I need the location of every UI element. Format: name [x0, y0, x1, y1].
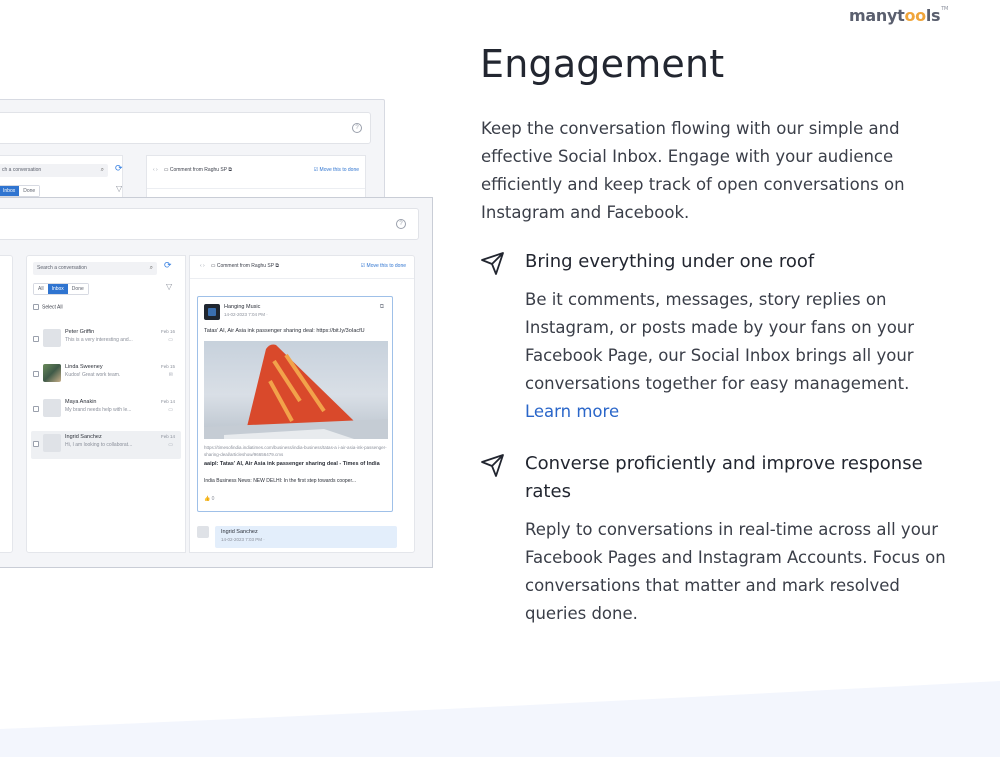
avatar: [43, 364, 61, 382]
reply-author: Ingrid Sanchez: [221, 529, 258, 535]
conversation-preview: Hi, I am looking to collaborat...: [65, 442, 133, 448]
conversation-item[interactable]: Peter Griffin This is a very interesting…: [31, 326, 181, 354]
search-icon: ⌕: [149, 265, 153, 271]
comment-icon: ▭: [168, 442, 173, 448]
reply-avatar: [197, 526, 209, 538]
inbox-screenshot-back: ? ch a conversation ⌕ Inbox Done ⟳ ▽ ‹ › ▭…: [0, 99, 385, 210]
reply-date: 14-02-2023 7:03 PM ·: [221, 537, 265, 542]
conversation-preview: This is a very interesting and...: [65, 337, 133, 343]
refresh-icon[interactable]: ⟳: [164, 260, 172, 271]
avatar: [43, 434, 61, 452]
filter-icon[interactable]: ▽: [166, 282, 172, 291]
link-url[interactable]: https://timesofindia.indiatimes.com/busi…: [204, 444, 388, 458]
comment-icon: ▭: [168, 337, 173, 343]
reply-bubble: Ingrid Sanchez 14-02-2023 7:03 PM ·: [215, 526, 397, 548]
conversation-item[interactable]: Linda Sweeney Kudos! Great work team. Fe…: [31, 361, 181, 389]
message-icon: ✉: [168, 372, 173, 378]
post-date: 14-02-2023 7:04 PM ·: [224, 312, 268, 317]
tab-done[interactable]: Done: [19, 186, 40, 196]
tab-group: All Inbox Done: [33, 283, 89, 295]
filter-icon[interactable]: ▽: [116, 184, 122, 193]
nav-arrows-icon[interactable]: ‹ ›: [200, 263, 205, 269]
link-title[interactable]: aaipl: Tatas' AI, Air Asia ink passenger…: [204, 460, 388, 468]
move-to-done-button[interactable]: ☑ Move this to done: [314, 167, 359, 173]
checkbox[interactable]: [33, 441, 39, 447]
checkbox[interactable]: [33, 336, 39, 342]
refresh-icon[interactable]: ⟳: [115, 163, 123, 174]
conversation-date: Feb 15: [160, 364, 175, 369]
comment-icon: ▭: [168, 407, 173, 413]
feature-body: Be it comments, messages, story replies …: [525, 290, 915, 393]
post-text: Tatas' AI, Air Asia ink passenger sharin…: [204, 328, 365, 334]
conversation-name: Peter Griffin: [65, 329, 95, 335]
move-to-done-button[interactable]: ☑ Move this to done: [361, 263, 406, 269]
post-author: Hanging Music: [224, 304, 261, 310]
post-image: [204, 341, 388, 439]
conversation-item[interactable]: Maya Anakin My brand needs help with le.…: [31, 396, 181, 424]
tab-all[interactable]: All: [34, 284, 48, 294]
learn-more-link[interactable]: Learn more: [525, 398, 960, 426]
conversation-name: Ingrid Sanchez: [65, 434, 102, 440]
help-icon: ?: [396, 219, 406, 229]
background-wave: [0, 681, 1000, 757]
link-description: India Business News: NEW DELHI: In the f…: [204, 478, 357, 484]
feature-bring-everything: Bring everything under one roof Be it co…: [480, 248, 960, 426]
manytools-logo[interactable]: manytoolsTM: [849, 6, 948, 25]
select-all-checkbox[interactable]: Select All: [33, 304, 63, 310]
conversation-name: Maya Anakin: [65, 399, 97, 405]
nav-arrows-icon[interactable]: ‹ ›: [153, 167, 158, 173]
left-strip: [0, 255, 13, 553]
conversation-date: Feb 14: [160, 399, 175, 404]
paper-plane-icon: [481, 454, 504, 477]
top-bar: ?: [0, 112, 371, 144]
conversation-preview: My brand needs help with le...: [65, 407, 132, 413]
page-avatar: [204, 304, 220, 320]
external-link-icon[interactable]: ⧉: [380, 304, 384, 311]
divider: [147, 188, 365, 189]
conversation-date: Feb 14: [160, 434, 175, 439]
avatar: [43, 329, 61, 347]
help-icon: ?: [352, 123, 362, 133]
detail-header: ‹ › ▭ Comment from Raghu SP ⧉: [200, 263, 279, 269]
post-card: Hanging Music 14-02-2023 7:04 PM · ⧉ Tat…: [197, 296, 393, 512]
detail-header: ‹ › ▭ Comment from Raghu SP ⧉: [153, 167, 232, 173]
tab-inbox[interactable]: Inbox: [47, 284, 68, 294]
top-bar: ?: [0, 208, 419, 240]
conversation-preview: Kudos! Great work team.: [65, 372, 121, 378]
checkbox[interactable]: [33, 371, 39, 377]
page-title: Engagement: [480, 42, 725, 86]
inbox-screenshot-front: ? Search a conversation ⌕ ⟳ All Inbox Don…: [0, 197, 433, 568]
conversation-list-panel: Search a conversation ⌕ ⟳ All Inbox Done …: [26, 255, 186, 553]
tab-done[interactable]: Done: [67, 284, 88, 294]
conversation-name: Linda Sweeney: [65, 364, 103, 370]
feature-converse-proficiently: Converse proficiently and improve respon…: [480, 450, 960, 628]
divider: [190, 278, 414, 279]
checkbox[interactable]: [33, 406, 39, 412]
tab-inbox[interactable]: Inbox: [0, 186, 20, 196]
feature-body: Reply to conversations in real-time acro…: [525, 520, 946, 623]
airplane-tail-image: [204, 344, 388, 439]
like-count[interactable]: 👍 0: [204, 496, 214, 502]
search-input[interactable]: ch a conversation ⌕: [0, 164, 108, 177]
search-input[interactable]: Search a conversation ⌕: [33, 262, 157, 275]
feature-title: Converse proficiently and improve respon…: [525, 453, 923, 502]
intro-text: Keep the conversation flowing with our s…: [481, 119, 905, 222]
conversation-item[interactable]: Ingrid Sanchez Hi, I am looking to colla…: [31, 431, 181, 459]
avatar: [43, 399, 61, 417]
paper-plane-icon: [481, 252, 504, 275]
feature-title: Bring everything under one roof: [525, 251, 815, 272]
search-icon: ⌕: [100, 167, 104, 173]
conversation-date: Feb 16: [160, 329, 175, 334]
tab-group: Inbox Done: [0, 185, 41, 197]
